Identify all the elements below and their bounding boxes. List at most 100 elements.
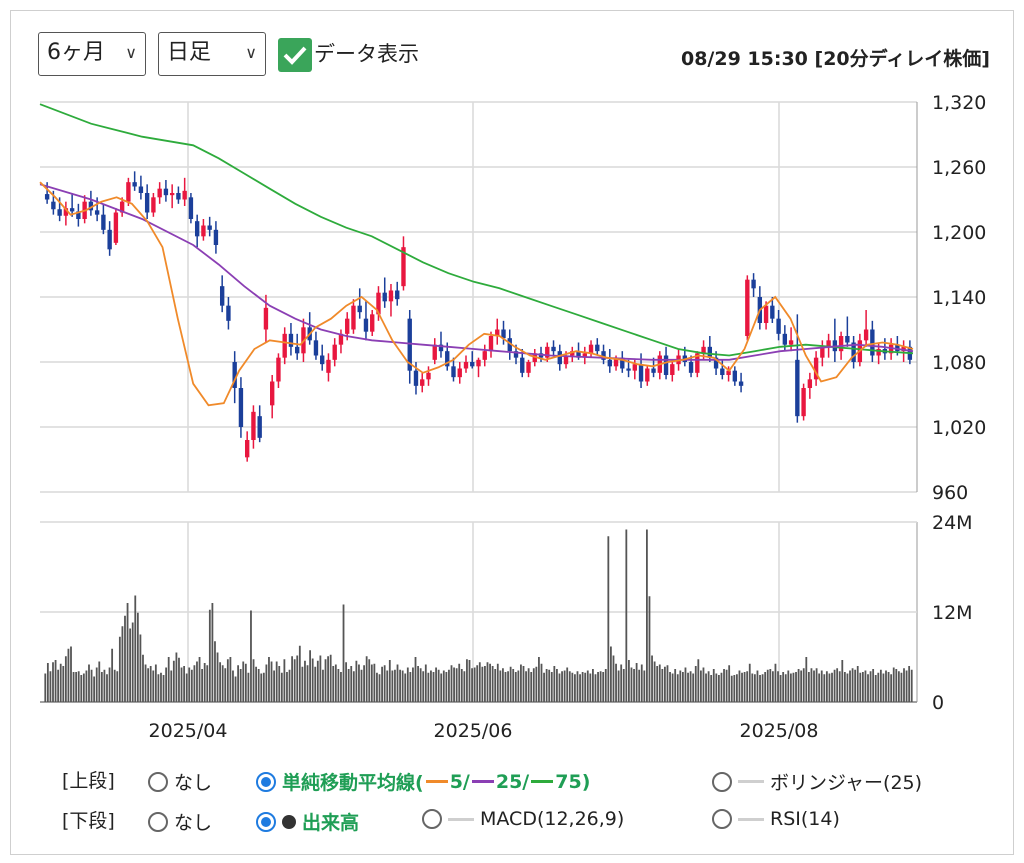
volume-bar (301, 666, 304, 702)
candle-body (113, 212, 119, 243)
volume-bar (656, 666, 659, 702)
radio-icon[interactable] (148, 771, 168, 792)
volume-bar (687, 672, 689, 702)
candle-body (638, 364, 644, 382)
candle-body (426, 372, 431, 380)
volume-bar (653, 661, 656, 702)
volume-bar (360, 669, 363, 702)
volume-bar (386, 670, 389, 702)
ma5-swatch (425, 780, 448, 783)
volume-bar (630, 667, 633, 702)
volume-bar (396, 664, 399, 702)
volume-bar (730, 675, 733, 702)
volume-bar (167, 657, 170, 702)
candle-body (188, 197, 194, 219)
volume-bar (319, 655, 322, 702)
candle-body (169, 193, 175, 196)
option-label: 出来高 (302, 812, 360, 834)
volume-bar (257, 669, 260, 702)
volume-bar (753, 674, 756, 702)
candle-body (763, 305, 769, 323)
volume-bar (813, 670, 815, 702)
volume-bar (108, 667, 111, 702)
volume-bar (309, 650, 311, 702)
volume-bar (347, 669, 350, 702)
option-label: なし (174, 812, 213, 834)
volume-bar (735, 674, 738, 702)
volume-bar (522, 666, 525, 702)
volume-bar (149, 666, 152, 702)
candle-body (363, 318, 369, 332)
radio-selected-icon[interactable] (256, 771, 276, 792)
volume-bar (502, 668, 504, 702)
volume-bar (820, 670, 823, 702)
volume-bar (437, 669, 440, 702)
volume-bar (892, 667, 895, 702)
volume-bar (427, 672, 430, 702)
volume-bar (466, 659, 468, 702)
volume-bar (334, 664, 337, 702)
volume-bar (144, 664, 147, 702)
candle-body (388, 290, 394, 302)
volume-bar (154, 664, 157, 702)
candle-body (801, 388, 806, 417)
volume-bar (694, 666, 697, 702)
volume-bar (337, 669, 340, 702)
volume-bar (252, 659, 255, 702)
lower-option-volume[interactable]: 出来高 (256, 808, 359, 835)
volume-bar (697, 659, 700, 702)
volume-bar (383, 665, 386, 702)
volume-bar (355, 660, 358, 702)
macd-swatch (448, 817, 474, 821)
radio-icon[interactable] (712, 809, 732, 829)
volume-bar (764, 672, 767, 702)
option-label: MACD(12,26,9) (480, 808, 625, 830)
volume-bar (715, 673, 718, 702)
volume-bar (882, 673, 885, 702)
volume-bar (787, 670, 790, 702)
radio-icon[interactable] (422, 809, 442, 829)
candle-body (295, 346, 300, 354)
candle-body (244, 440, 250, 458)
candle-body (451, 366, 456, 378)
volume-bar (599, 671, 602, 702)
volume-bar (553, 666, 556, 702)
candle-body (257, 416, 262, 438)
volume-bar (759, 675, 761, 702)
lower-option-macd[interactable]: MACD(12,26,9) (422, 808, 624, 830)
volume-bar (327, 656, 329, 702)
volume-bar (663, 666, 666, 702)
candle-body (476, 359, 481, 367)
volume-bar (324, 659, 327, 702)
radio-icon[interactable] (148, 811, 168, 832)
volume-bar (388, 660, 391, 702)
radio-selected-icon[interactable] (256, 811, 276, 832)
candle-body (463, 362, 469, 369)
volume-bar (900, 672, 903, 702)
volume-bar (905, 670, 908, 702)
volume-bar (98, 661, 101, 702)
volume-bar (417, 666, 419, 702)
candle-body (226, 305, 231, 321)
volume-bar (854, 669, 857, 702)
lower-option-none[interactable]: なし (148, 808, 212, 835)
volume-bar (625, 529, 628, 702)
volume-bar (255, 666, 258, 702)
upper-option-none[interactable]: なし (148, 768, 212, 795)
volume-bar (676, 674, 679, 702)
volume-bar (440, 673, 443, 702)
volume-bar (165, 667, 168, 702)
volume-bar (535, 666, 538, 702)
option-label: RSI(14) (770, 808, 840, 830)
upper-option-sma[interactable]: 単純移動平均線( 5/ 25/ 75) (256, 768, 590, 795)
lower-option-rsi[interactable]: RSI(14) (712, 808, 840, 830)
ma75-line (39, 103, 914, 357)
upper-option-bollinger[interactable]: ボリンジャー(25) (712, 768, 922, 795)
volume-bar (563, 670, 566, 702)
volume-bar (527, 668, 530, 702)
candle-body (132, 182, 137, 187)
volume-bar (592, 669, 594, 702)
option-label: ボリンジャー(25) (770, 772, 923, 794)
radio-icon[interactable] (712, 771, 732, 792)
volume-bar (797, 669, 800, 702)
